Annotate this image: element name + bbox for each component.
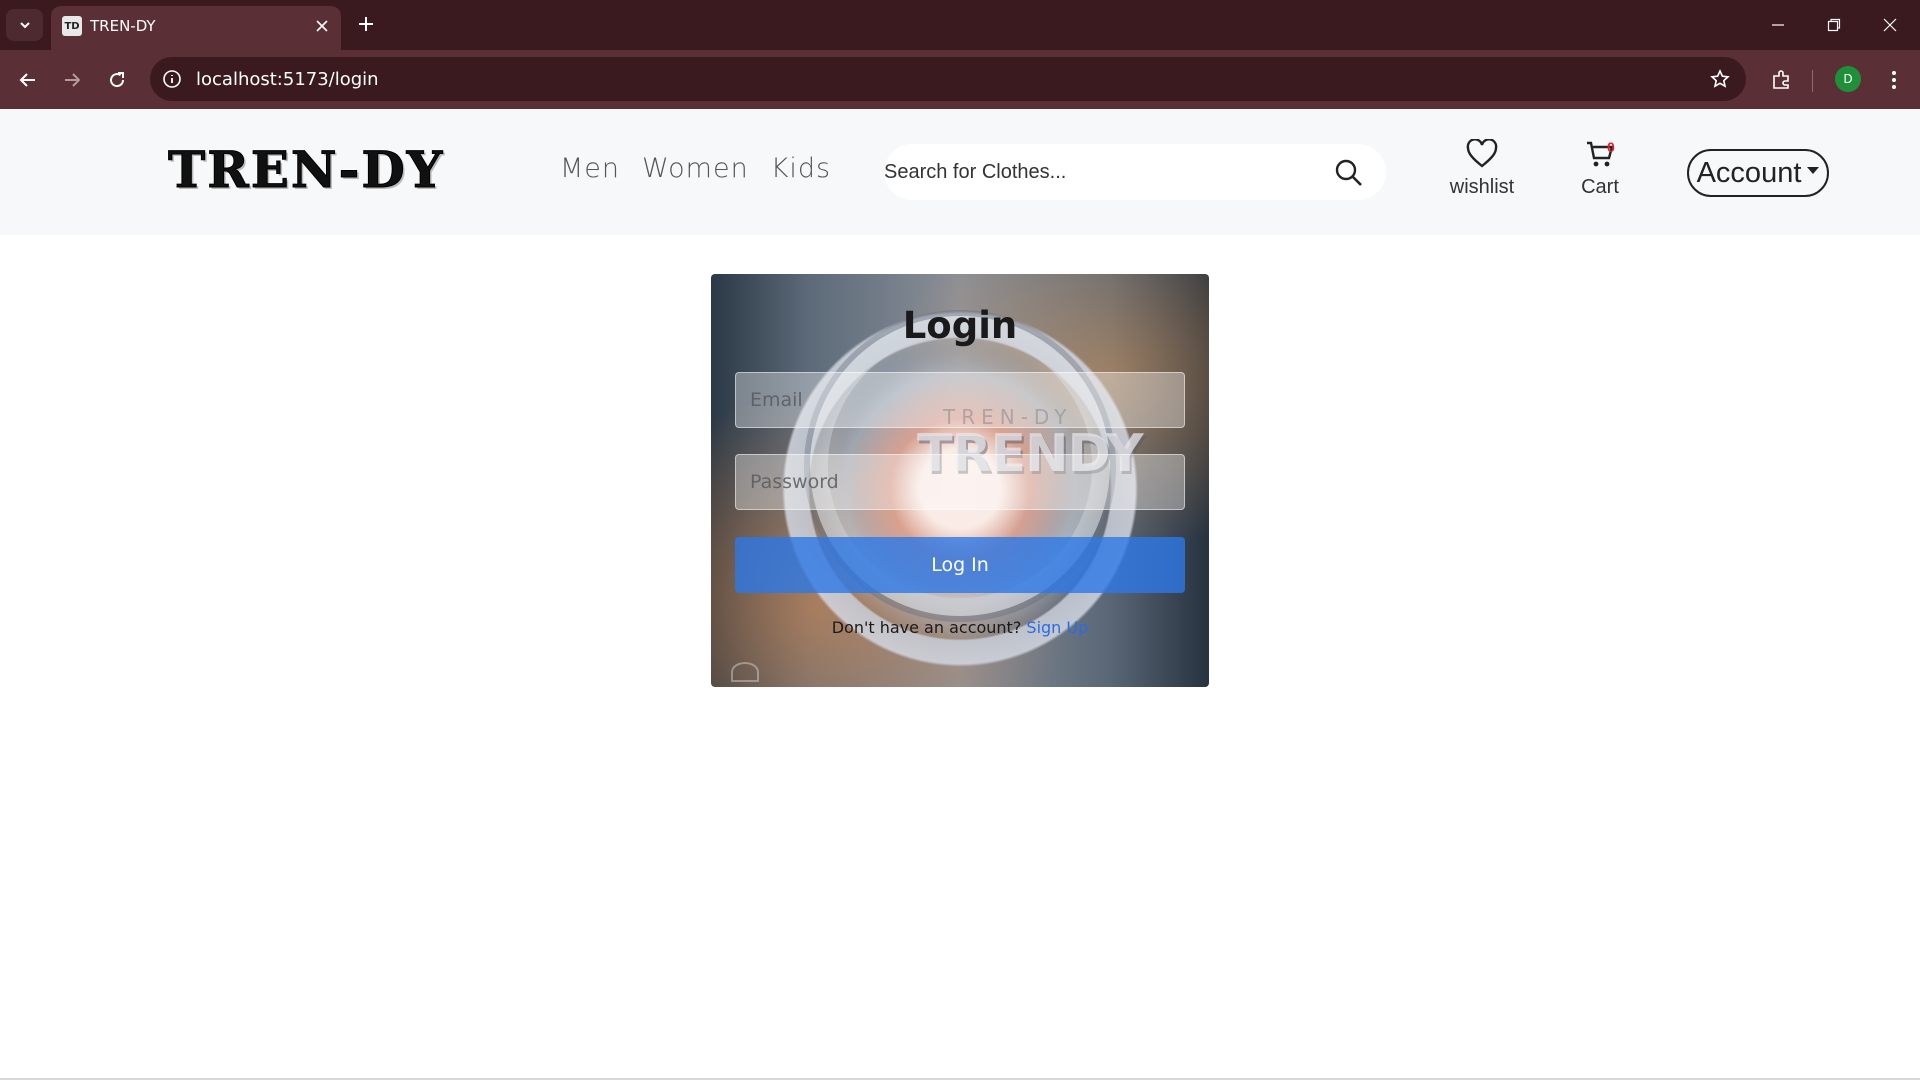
close-icon <box>316 20 328 32</box>
cart-label: Cart <box>1581 176 1619 198</box>
bookmark-star-icon[interactable] <box>1708 67 1732 91</box>
site-logo[interactable]: TREN-DY <box>168 140 460 199</box>
wishlist-label: wishlist <box>1449 176 1515 198</box>
puzzle-icon <box>1773 70 1789 89</box>
account-dropdown[interactable]: Account <box>1687 149 1829 197</box>
search-box <box>884 144 1386 200</box>
cart-count-badge: 0 <box>1607 139 1615 155</box>
wishlist-button[interactable]: wishlist <box>1446 138 1518 201</box>
category-nav: Men Women Kids <box>560 153 831 184</box>
browser-tab[interactable]: TD TREN-DY <box>51 6 341 50</box>
email-field[interactable] <box>735 372 1185 428</box>
browser-toolbar: localhost:5173/login D <box>0 50 1920 109</box>
search-icon[interactable] <box>1334 158 1364 188</box>
minimize-button[interactable] <box>1750 0 1806 50</box>
password-field[interactable] <box>735 454 1185 510</box>
arrow-left-icon <box>19 73 35 87</box>
address-url[interactable]: localhost:5173/login <box>196 69 379 90</box>
caret-down-icon <box>1807 166 1820 174</box>
minimize-icon <box>1772 24 1784 26</box>
login-card: TREN-DY TRENDY Login Log In Don't have a… <box>711 274 1209 687</box>
browser-tab-bar: TD TREN-DY <box>0 0 1920 50</box>
back-button[interactable] <box>12 64 44 96</box>
nav-link-men[interactable]: Men <box>560 153 620 184</box>
search-input[interactable] <box>884 144 1324 200</box>
extensions-button[interactable] <box>1766 64 1798 96</box>
profile-avatar[interactable]: D <box>1835 66 1861 92</box>
site-info-icon[interactable] <box>160 67 184 91</box>
chevron-down-icon <box>19 22 30 29</box>
nav-link-women[interactable]: Women <box>642 153 749 184</box>
tab-title: TREN-DY <box>90 17 156 35</box>
address-bar[interactable]: localhost:5173/login <box>150 57 1746 101</box>
close-icon <box>1883 18 1897 32</box>
signup-row: Don't have an account? Sign Up <box>711 618 1209 637</box>
reload-icon <box>110 72 125 88</box>
signup-prompt: Don't have an account? <box>831 618 1022 637</box>
heart-icon <box>1466 138 1498 168</box>
background-stamp <box>731 662 759 682</box>
forward-button[interactable] <box>56 64 88 96</box>
site-header: TREN-DY Men Women Kids wishlist 0 Cart A… <box>0 109 1920 235</box>
login-button[interactable]: Log In <box>735 537 1185 593</box>
cart-button[interactable]: 0 Cart <box>1574 139 1626 201</box>
nav-link-kids[interactable]: Kids <box>771 153 831 184</box>
restore-icon <box>1827 18 1841 32</box>
reload-button[interactable] <box>101 64 133 96</box>
new-tab-button[interactable] <box>352 10 380 38</box>
browser-menu-button[interactable] <box>1880 64 1908 96</box>
plus-icon <box>359 17 373 31</box>
account-label: Account <box>1696 156 1802 189</box>
login-title: Login <box>902 304 1018 347</box>
restore-button[interactable] <box>1806 0 1862 50</box>
tab-close-button[interactable] <box>311 15 333 37</box>
favicon-icon: TD <box>62 16 82 36</box>
arrow-right-icon <box>65 73 81 87</box>
logo-text: TREN-DY <box>168 140 445 199</box>
more-vertical-icon <box>1892 71 1896 89</box>
tab-search-button[interactable] <box>6 9 43 41</box>
close-window-button[interactable] <box>1862 0 1918 50</box>
signup-link[interactable]: Sign Up <box>1026 618 1088 637</box>
toolbar-divider <box>1812 70 1813 92</box>
